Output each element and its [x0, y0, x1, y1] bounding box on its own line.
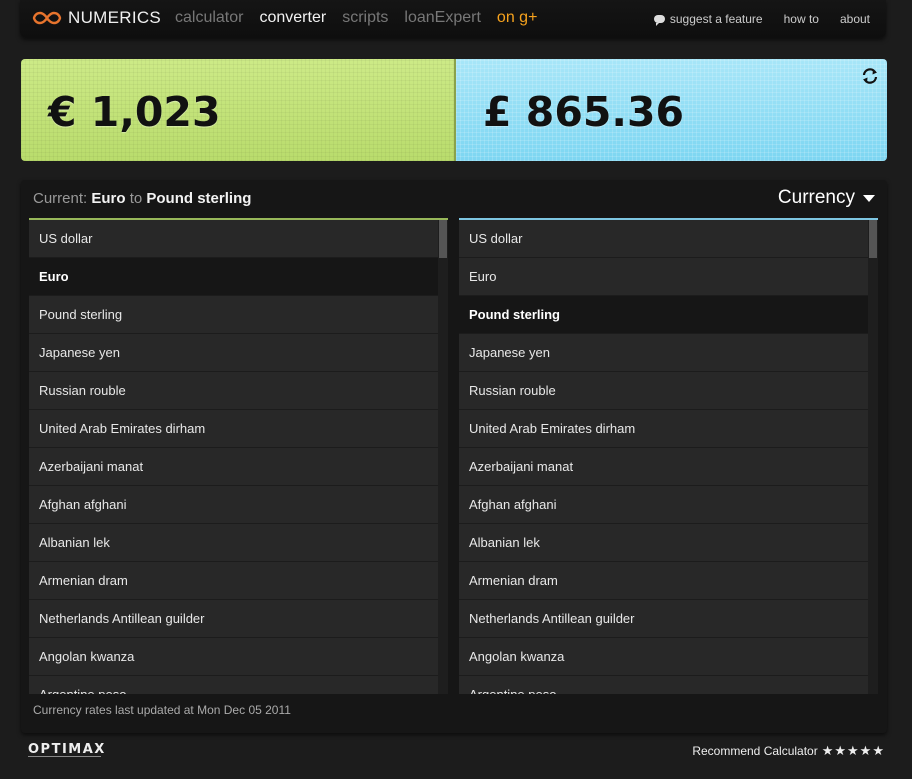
- optimax-logo[interactable]: OPTIMAX: [28, 742, 106, 757]
- from-unit-list[interactable]: US dollar Euro Pound sterling Japanese yen R…: [29, 218, 448, 694]
- category-label: Currency: [777, 187, 855, 208]
- from-unit-item[interactable]: Japanese yen: [29, 334, 438, 372]
- from-unit-item[interactable]: Albanian lek: [29, 524, 438, 562]
- how-to-link[interactable]: how to: [784, 12, 819, 26]
- conversion-display: € 1,023 £ 865.36: [21, 59, 887, 161]
- to-unit-item[interactable]: United Arab Emirates dirham: [459, 410, 868, 448]
- current-to-unit: Pound sterling: [146, 190, 252, 207]
- from-list-scrollbar[interactable]: [438, 220, 448, 694]
- to-unit-item[interactable]: Argentine peso: [459, 676, 868, 694]
- nav-converter[interactable]: converter: [259, 9, 326, 27]
- to-unit-item[interactable]: Pound sterling: [459, 296, 868, 334]
- current-from-unit: Euro: [91, 190, 126, 207]
- nav-google-plus[interactable]: on g+: [497, 9, 537, 27]
- to-list-scrollbar[interactable]: [868, 220, 878, 694]
- from-unit-item[interactable]: Pound sterling: [29, 296, 438, 334]
- to-amount: £ 865.36: [483, 88, 685, 136]
- from-unit-item[interactable]: Argentine peso: [29, 676, 438, 694]
- category-dropdown[interactable]: Currency: [778, 187, 875, 209]
- chevron-down-icon: [863, 194, 875, 202]
- to-unit-item[interactable]: Albanian lek: [459, 524, 868, 562]
- from-list-scroll-thumb[interactable]: [439, 220, 447, 258]
- infinity-logo-icon: [32, 11, 62, 25]
- header-links: suggest a feature how to about: [653, 12, 870, 26]
- logo[interactable]: NUMERICS: [32, 8, 161, 28]
- current-prefix: Current:: [33, 190, 88, 207]
- to-unit-item[interactable]: US dollar: [459, 220, 868, 258]
- from-unit-item[interactable]: Armenian dram: [29, 562, 438, 600]
- nav-calculator[interactable]: calculator: [175, 9, 243, 27]
- rates-updated-note: Currency rates last updated at Mon Dec 0…: [33, 703, 291, 717]
- to-list-scroll-thumb[interactable]: [869, 220, 877, 258]
- to-unit-item[interactable]: Angolan kwanza: [459, 638, 868, 676]
- current-conversion: Current: Euro to Pound sterling: [33, 190, 251, 207]
- to-unit-item[interactable]: Armenian dram: [459, 562, 868, 600]
- from-unit-item[interactable]: Netherlands Antillean guilder: [29, 600, 438, 638]
- from-unit-item[interactable]: US dollar: [29, 220, 438, 258]
- from-unit-item[interactable]: Afghan afghani: [29, 486, 438, 524]
- swap-icon[interactable]: [861, 67, 879, 85]
- to-unit-item[interactable]: Azerbaijani manat: [459, 448, 868, 486]
- to-unit-item[interactable]: Afghan afghani: [459, 486, 868, 524]
- to-value-panel[interactable]: £ 865.36: [456, 59, 887, 161]
- top-bar: NUMERICS calculator converter scripts lo…: [20, 0, 886, 38]
- suggest-feature-label: suggest a feature: [669, 12, 763, 26]
- to-unit-item[interactable]: Euro: [459, 258, 868, 296]
- from-amount: € 1,023: [48, 88, 221, 136]
- suggest-feature-link[interactable]: suggest a feature: [653, 12, 763, 26]
- to-unit-item[interactable]: Russian rouble: [459, 372, 868, 410]
- to-unit-list[interactable]: US dollar Euro Pound sterling Japanese yen R…: [459, 218, 878, 694]
- from-unit-item[interactable]: Euro: [29, 258, 438, 296]
- from-unit-item[interactable]: Russian rouble: [29, 372, 438, 410]
- brand-text: OPTIMAX: [28, 742, 106, 757]
- nav-loanexpert[interactable]: loanExpert: [404, 9, 481, 27]
- about-link[interactable]: about: [840, 12, 870, 26]
- from-unit-item[interactable]: Angolan kwanza: [29, 638, 438, 676]
- current-to-word: to: [129, 190, 143, 207]
- from-unit-item[interactable]: Azerbaijani manat: [29, 448, 438, 486]
- logo-text: NUMERICS: [68, 8, 162, 27]
- converter-panel: Current: Euro to Pound sterling Currency…: [21, 180, 887, 733]
- from-unit-item[interactable]: United Arab Emirates dirham: [29, 410, 438, 448]
- recommend-label: Recommend Calculator: [692, 744, 818, 758]
- to-unit-item[interactable]: Japanese yen: [459, 334, 868, 372]
- recommend-calculator[interactable]: Recommend Calculator ★★★★★: [692, 743, 885, 759]
- main-nav: calculator converter scripts loanExpert …: [175, 9, 537, 27]
- from-value-panel[interactable]: € 1,023: [21, 59, 456, 161]
- rating-stars-icon[interactable]: ★★★★★: [822, 743, 885, 759]
- nav-scripts[interactable]: scripts: [342, 9, 388, 27]
- speech-bubble-icon: [653, 15, 665, 26]
- to-unit-item[interactable]: Netherlands Antillean guilder: [459, 600, 868, 638]
